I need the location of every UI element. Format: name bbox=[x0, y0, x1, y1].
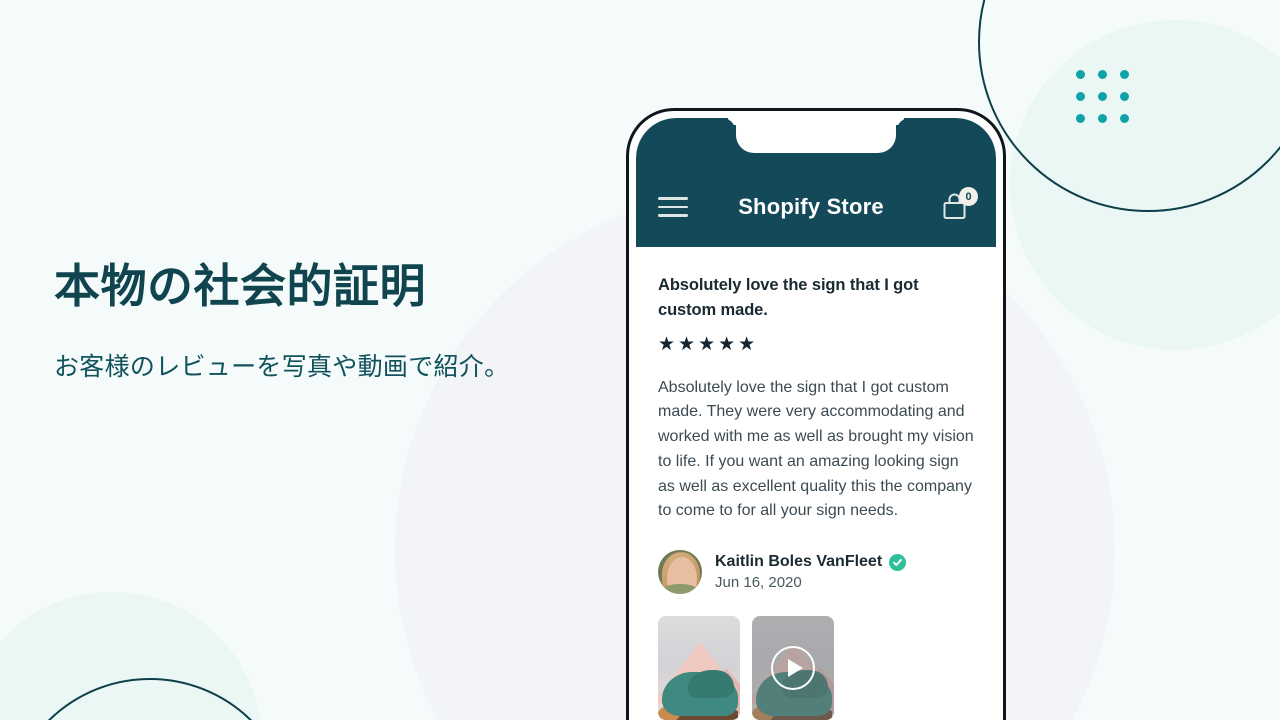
verified-check-icon bbox=[889, 553, 907, 571]
star-rating: ★★★★★ bbox=[658, 333, 759, 355]
cart-count-badge: 0 bbox=[959, 187, 978, 206]
store-title: Shopify Store bbox=[738, 194, 884, 219]
app-header: Shopify Store 0 bbox=[636, 118, 996, 247]
reviewer-name: Kaitlin Boles VanFleet bbox=[715, 553, 883, 571]
review-title: Absolutely love the sign that I got cust… bbox=[658, 276, 919, 319]
phone-notch bbox=[736, 118, 896, 153]
page-subtitle: お客様のレビューを写真や動画で紹介。 bbox=[54, 352, 510, 381]
review-card: Absolutely love the sign that I got cust… bbox=[636, 247, 996, 720]
phone-mockup: Shopify Store 0 Absolutely love the sign… bbox=[626, 108, 1006, 720]
avatar bbox=[658, 550, 702, 595]
reviewer-block: Kaitlin Boles VanFleet Jun 16, 2020 bbox=[658, 550, 974, 595]
dot-grid-icon bbox=[1076, 70, 1129, 123]
play-icon[interactable] bbox=[771, 646, 815, 691]
review-date: Jun 16, 2020 bbox=[715, 574, 802, 592]
cart-button[interactable]: 0 bbox=[940, 187, 978, 224]
reviewer-name-row: Kaitlin Boles VanFleet bbox=[715, 553, 907, 571]
reviewer-meta: Kaitlin Boles VanFleet Jun 16, 2020 bbox=[715, 553, 907, 592]
phone-screen: Shopify Store 0 Absolutely love the sign… bbox=[636, 118, 996, 720]
check-icon bbox=[893, 558, 903, 566]
review-video-thumbnail[interactable] bbox=[752, 616, 834, 720]
marketing-copy: 本物の社会的証明 お客様のレビューを写真や動画で紹介。 bbox=[54, 258, 594, 386]
app-header-row: Shopify Store 0 bbox=[636, 167, 996, 247]
review-photo-thumbnail[interactable] bbox=[658, 616, 740, 720]
page-title: 本物の社会的証明 bbox=[54, 260, 426, 312]
review-body-text: Absolutely love the sign that I got cust… bbox=[658, 378, 974, 520]
review-media-row bbox=[658, 616, 974, 720]
